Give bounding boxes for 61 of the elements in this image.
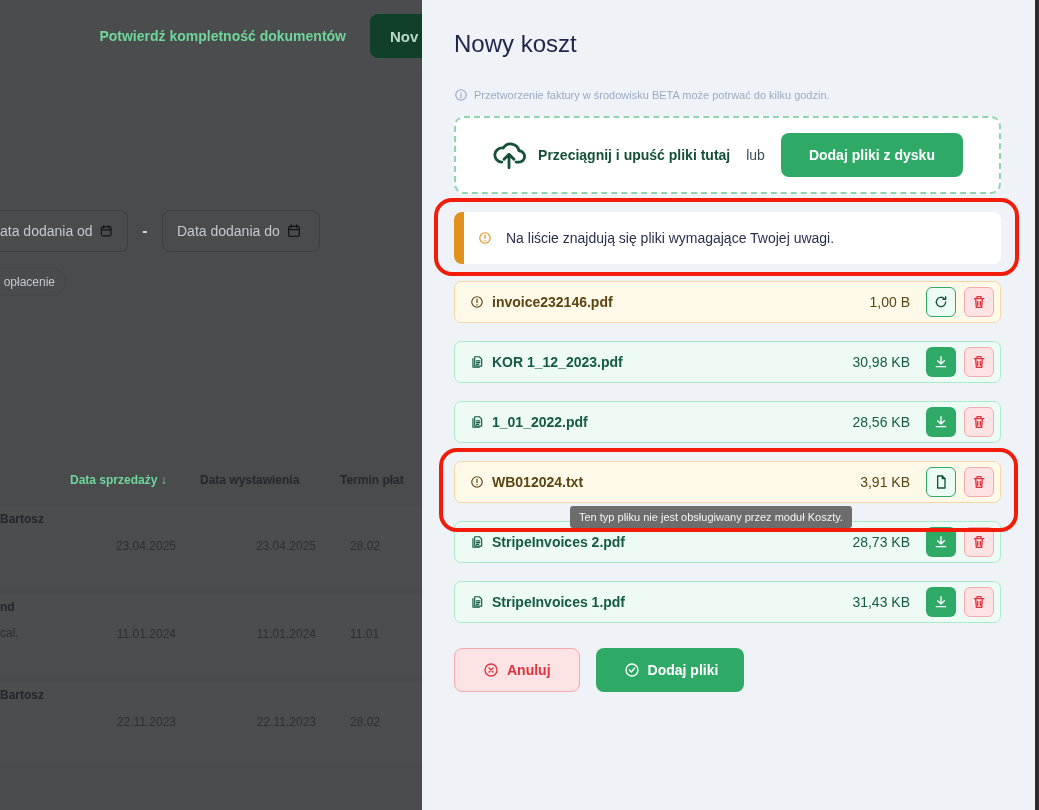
file-name: invoice232146.pdf bbox=[492, 294, 614, 310]
documents-icon bbox=[470, 415, 484, 429]
trash-icon bbox=[971, 294, 987, 310]
check-icon bbox=[623, 662, 640, 678]
cancel-icon bbox=[483, 662, 499, 678]
new-button[interactable]: Nov bbox=[370, 14, 422, 58]
drawer-title: Nowy koszt bbox=[454, 30, 578, 58]
warning-icon bbox=[470, 475, 484, 489]
confirm-documents-link[interactable]: Potwierdź kompletność dokumentów bbox=[99, 28, 346, 44]
file-size: 30,98 KB bbox=[852, 354, 910, 370]
delete-button[interactable] bbox=[964, 587, 994, 617]
trash-icon bbox=[971, 594, 987, 610]
file-name: 1_01_2022.pdf bbox=[492, 414, 589, 430]
trash-icon bbox=[971, 354, 987, 370]
add-from-disk-button[interactable]: Dodaj pliki z dysku bbox=[780, 133, 963, 177]
dropzone[interactable]: Przeciągnij i upuść pliki tutaj lub Dodaj pliki z dysku bbox=[454, 116, 1001, 194]
trash-icon bbox=[971, 414, 987, 430]
date-separator: - bbox=[141, 222, 149, 240]
warning-icon bbox=[478, 231, 492, 245]
cancel-button[interactable]: Anuluj bbox=[454, 648, 580, 692]
documents-icon bbox=[470, 535, 484, 549]
download-button[interactable] bbox=[926, 587, 956, 617]
date-from-field[interactable]: ata dodania od bbox=[0, 210, 128, 252]
download-icon bbox=[933, 534, 949, 550]
info-text: Przetworzenie faktury w środowisku BETA może potrwać do kilku godzin. bbox=[474, 89, 830, 101]
delete-button[interactable] bbox=[964, 287, 994, 317]
file-size: 28,56 KB bbox=[852, 414, 910, 430]
column-header[interactable]: Data sprzedaży ↓ bbox=[60, 473, 190, 487]
file-name: StripeInvoices 1.pdf bbox=[492, 594, 627, 610]
documents-icon bbox=[470, 595, 484, 609]
file-name: StripeInvoices 2.pdf bbox=[492, 534, 627, 550]
retry-button[interactable] bbox=[926, 287, 956, 317]
alert-text: Na liście znajdują się pliki wymagające Twojej uwagi. bbox=[506, 230, 835, 246]
dropzone-label: Przeciągnij i upuść pliki tutaj bbox=[538, 147, 731, 163]
refresh-icon bbox=[933, 294, 949, 310]
info-icon bbox=[454, 88, 468, 102]
add-files-button[interactable]: Dodaj pliki bbox=[595, 648, 745, 692]
warning-icon bbox=[470, 295, 484, 309]
file-size: 31,43 KB bbox=[852, 594, 910, 610]
delete-button[interactable] bbox=[964, 467, 994, 497]
delete-button[interactable] bbox=[964, 347, 994, 377]
file-size: 3,91 KB bbox=[860, 474, 910, 490]
download-icon bbox=[933, 354, 949, 370]
documents-icon bbox=[470, 355, 484, 369]
or-text: lub bbox=[746, 147, 765, 163]
tooltip: Ten typ pliku nie jest obsługiwany przez moduł Koszty. bbox=[570, 506, 852, 528]
delete-button[interactable] bbox=[964, 407, 994, 437]
download-icon bbox=[933, 594, 949, 610]
file-size: 1,00 B bbox=[869, 294, 910, 310]
file-name: KOR 1_12_2023.pdf bbox=[492, 354, 624, 370]
download-icon bbox=[933, 414, 949, 430]
calendar-icon bbox=[285, 223, 302, 239]
download-button[interactable] bbox=[926, 407, 956, 437]
trash-icon bbox=[971, 534, 987, 550]
file-name: WB012024.txt bbox=[492, 474, 585, 490]
calendar-icon bbox=[98, 223, 113, 239]
file-size: 28,73 KB bbox=[852, 534, 910, 550]
date-to-field[interactable]: Data dodania do bbox=[162, 210, 320, 252]
file-button[interactable] bbox=[926, 467, 956, 497]
download-button[interactable] bbox=[926, 347, 956, 377]
trash-icon bbox=[971, 474, 987, 490]
